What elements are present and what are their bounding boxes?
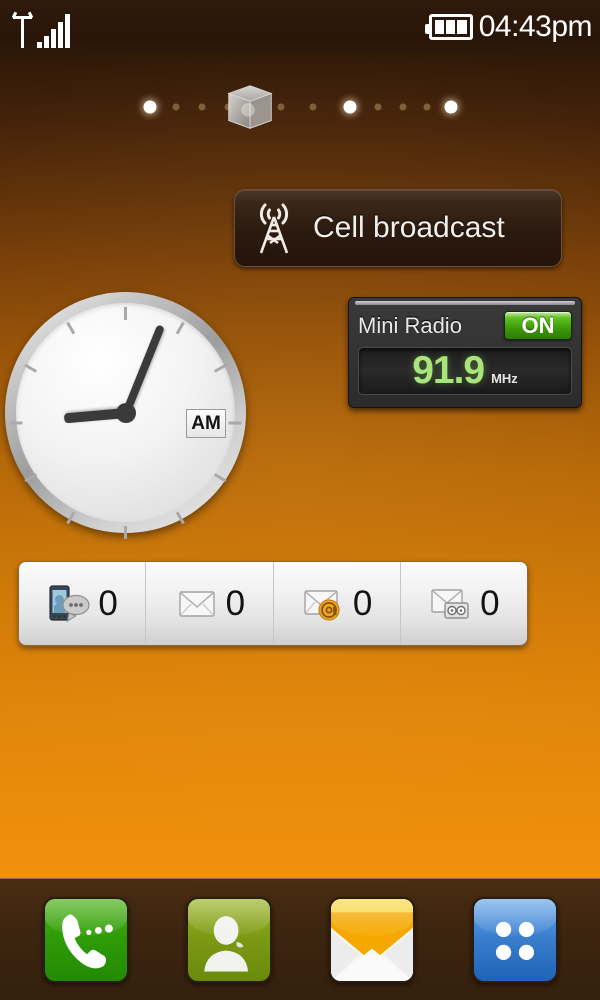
clock-tick: [228, 421, 242, 425]
notification-count: 0: [225, 583, 246, 623]
clock-tick: [213, 363, 227, 373]
home-cube-icon[interactable]: [221, 78, 279, 136]
mini-radio-widget[interactable]: Mini Radio ON 91.9 MHz: [348, 297, 582, 408]
status-bar: 04:43pm: [0, 0, 600, 54]
email-at-icon: [304, 589, 340, 621]
contact-person-icon: [203, 915, 248, 971]
radio-frequency-display[interactable]: 91.9 MHz: [358, 347, 572, 395]
clock-tick: [24, 363, 38, 373]
cell-broadcast-widget[interactable]: Cell broadcast: [234, 189, 562, 267]
page-dot[interactable]: [172, 103, 180, 111]
clock-center-pin: [115, 402, 136, 423]
clock-tick: [124, 526, 127, 539]
mini-radio-title: Mini Radio: [358, 312, 462, 338]
clock-meridiem-label: AM: [186, 409, 226, 438]
clock-minute-hand: [121, 323, 165, 414]
page-dot[interactable]: [423, 103, 431, 111]
notification-count: 0: [98, 583, 118, 623]
radio-power-toggle[interactable]: ON: [504, 311, 572, 340]
dock-item-messaging[interactable]: [328, 896, 415, 983]
page-indicator[interactable]: [0, 78, 600, 136]
voicemail-icon: [431, 588, 469, 619]
signal-indicator: [10, 6, 70, 48]
notification-count: 0: [352, 583, 373, 623]
radio-frequency-unit: MHz: [491, 370, 518, 386]
home-screen: 04:43pm Cell broadcast Mini Radio ON 91.…: [0, 0, 600, 1000]
notification-widget[interactable]: 0 0 0 0: [18, 561, 528, 646]
signal-antenna-icon: [10, 8, 36, 48]
page-dot[interactable]: [309, 103, 317, 111]
clock-tick: [124, 307, 127, 320]
broadcast-tower-icon: [259, 203, 289, 254]
missed-call-icon: [49, 584, 90, 622]
page-dot[interactable]: [399, 103, 407, 111]
page-dot-active[interactable]: [343, 100, 357, 114]
clock-tick: [9, 421, 23, 425]
notification-voicemail[interactable]: 0: [401, 562, 527, 645]
dock-item-contacts[interactable]: [185, 896, 272, 983]
clock-tick: [66, 321, 76, 335]
dock-bar: [0, 878, 600, 1000]
battery-icon: [424, 14, 473, 40]
status-right-group: 04:43pm: [424, 0, 593, 54]
notification-count: 0: [480, 583, 500, 623]
signal-bars-icon: [37, 14, 70, 48]
apps-grid-icon: [495, 921, 534, 960]
page-dot[interactable]: [374, 103, 382, 111]
widget-handle: [355, 301, 575, 305]
status-time: 04:43pm: [478, 10, 593, 43]
dock-item-phone[interactable]: [42, 896, 129, 983]
page-dot-active[interactable]: [444, 100, 458, 114]
cell-broadcast-label: Cell broadcast: [313, 211, 505, 244]
radio-frequency-value: 91.9: [412, 349, 485, 392]
mail-envelope-icon: [330, 898, 413, 981]
notification-missed-calls[interactable]: 0: [19, 562, 147, 645]
page-dot[interactable]: [198, 103, 206, 111]
phone-handset-icon: [61, 913, 113, 968]
envelope-icon: [178, 590, 215, 617]
notification-messages[interactable]: 0: [146, 562, 274, 645]
notification-email[interactable]: 0: [274, 562, 401, 645]
clock-tick: [175, 321, 185, 335]
dock-item-apps[interactable]: [471, 896, 558, 983]
page-dot-active[interactable]: [143, 100, 157, 114]
